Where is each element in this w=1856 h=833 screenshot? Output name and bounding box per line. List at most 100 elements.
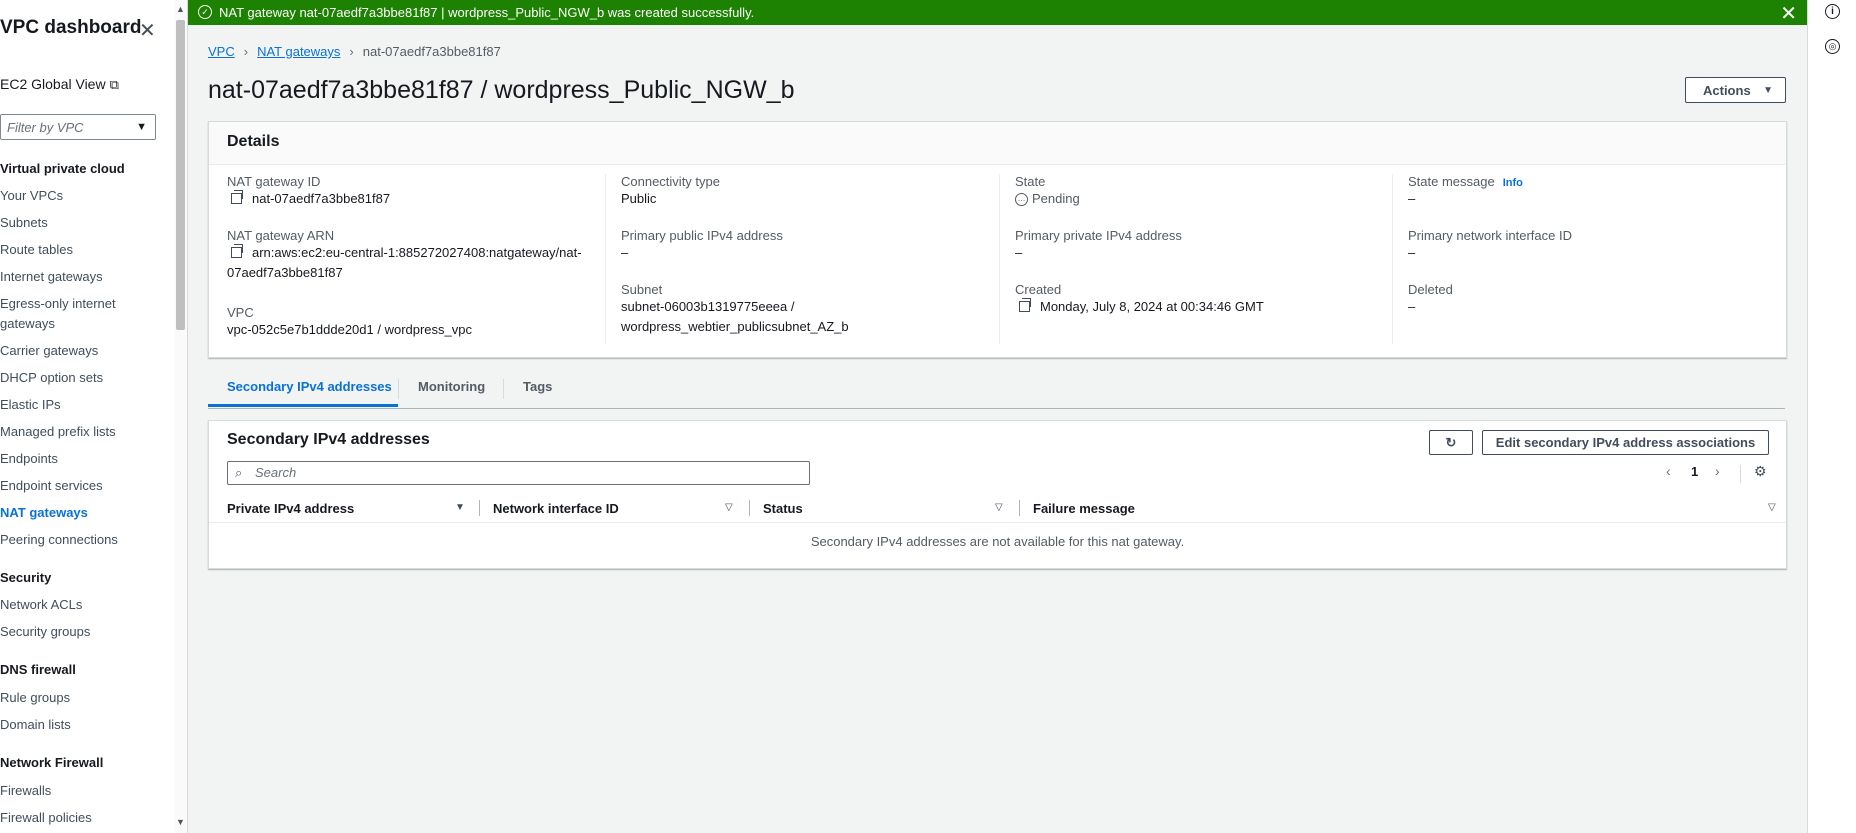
edit-secondary-ipv4-button[interactable]: Edit secondary IPv4 address associations <box>1482 430 1769 455</box>
sidebar-item-dhcp-option-sets[interactable]: DHCP option sets <box>0 368 135 388</box>
tab-divider <box>398 379 399 399</box>
sidebar-item-subnets[interactable]: Subnets <box>0 213 135 233</box>
sidebar-title[interactable]: VPC dashboard <box>0 17 141 39</box>
sidebar-item-domain-lists[interactable]: Domain lists <box>0 715 135 735</box>
state-value: … Pending <box>1015 189 1080 209</box>
details-heading: Details <box>227 133 280 150</box>
ec2-global-view-link[interactable]: EC2 Global View ⧉ <box>0 76 119 93</box>
state-message-value: – <box>1408 191 1416 206</box>
close-icon[interactable]: ✕ <box>139 18 156 43</box>
sort-icon[interactable]: ▽ <box>1768 502 1776 513</box>
page-title: nat-07aedf7a3bbe81f87 / wordpress_Public… <box>208 76 795 104</box>
tab-monitoring[interactable]: Monitoring <box>418 379 485 394</box>
sidebar-item-firewall-policies[interactable]: Firewall policies <box>0 808 135 828</box>
nat-gateway-arn-line2: 07aedf7a3bbe81f87 <box>227 265 343 280</box>
details-column-4: State message Info – Primary network inte… <box>1392 174 1773 344</box>
sort-descending-icon[interactable]: ▼ <box>455 502 465 513</box>
details-column-1: NAT gateway ID nat-07aedf7a3bbe81f87 NAT… <box>227 174 597 344</box>
help-panel-icon[interactable]: ◎ <box>1825 39 1840 54</box>
column-divider[interactable] <box>749 500 750 516</box>
vpc-link[interactable]: vpc-052c5e7b1ddde20d1 / wordpress_vpc <box>227 320 472 340</box>
search-input[interactable]: ⌕ Search <box>227 461 810 485</box>
sidebar-item-elastic-ips[interactable]: Elastic IPs <box>0 395 135 415</box>
breadcrumb-nat-gateways[interactable]: NAT gateways <box>257 44 340 59</box>
empty-state-message: Secondary IPv4 addresses are not availab… <box>810 534 1185 549</box>
nav-section-virtual-private-cloud[interactable]: Virtual private cloud <box>0 161 125 176</box>
tab-secondary-ipv4-addresses[interactable]: Secondary IPv4 addresses <box>227 379 392 394</box>
gear-icon[interactable]: ⚙ <box>1754 463 1767 480</box>
sidebar-item-managed-prefix-lists[interactable]: Managed prefix lists <box>0 422 135 442</box>
breadcrumb-vpc[interactable]: VPC <box>208 44 235 59</box>
column-divider[interactable] <box>1019 500 1020 516</box>
refresh-button[interactable]: ↻ <box>1429 430 1473 455</box>
sidebar-item-carrier-gateways[interactable]: Carrier gateways <box>0 341 135 361</box>
created: Monday, July 8, 2024 at 00:34:46 GMT <box>1040 299 1264 314</box>
scroll-down-icon[interactable]: ▼ <box>176 817 185 827</box>
sidebar-item-nat-gateways[interactable]: NAT gateways <box>0 503 135 523</box>
primary-private-ipv4-value: – <box>1015 245 1023 260</box>
breadcrumb: VPC › NAT gateways › nat-07aedf7a3bbe81f87 <box>208 44 501 59</box>
primary-private-ipv4-label: Primary private IPv4 address <box>1015 228 1182 243</box>
nat-gateway-id-value: nat-07aedf7a3bbe81f87 <box>231 189 390 209</box>
column-status[interactable]: Status <box>763 501 803 516</box>
previous-page-icon[interactable]: ‹ <box>1666 463 1671 479</box>
sidebar-item-endpoints[interactable]: Endpoints <box>0 449 135 469</box>
sort-icon[interactable]: ▽ <box>725 502 733 513</box>
copy-icon[interactable] <box>231 190 243 205</box>
sidebar-item-peering-connections[interactable]: Peering connections <box>0 530 135 550</box>
details-panel: Details NAT gateway ID nat-07aedf7a3bbe8… <box>208 121 1787 358</box>
scrollbar-thumb[interactable] <box>176 20 185 330</box>
copy-icon[interactable] <box>231 244 243 259</box>
tab-tags[interactable]: Tags <box>523 379 552 394</box>
sidebar-item-firewalls[interactable]: Firewalls <box>0 781 135 801</box>
success-flash-banner: ✓ NAT gateway nat-07aedf7a3bbe81f87 | wo… <box>188 0 1807 25</box>
nav-section-network-firewall[interactable]: Network Firewall <box>0 755 103 770</box>
sidebar-item-rule-groups[interactable]: Rule groups <box>0 688 135 708</box>
scroll-up-icon[interactable]: ▲ <box>176 4 185 14</box>
primary-public-ipv4-label: Primary public IPv4 address <box>621 228 783 243</box>
secondary-ipv4-panel: Secondary IPv4 addresses ↻ Edit secondar… <box>208 420 1787 569</box>
nav-section-security[interactable]: Security <box>0 570 51 585</box>
caret-down-icon: ▼ <box>1763 85 1773 96</box>
sidebar-item-internet-gateways[interactable]: Internet gateways <box>0 267 135 287</box>
filter-by-vpc-select[interactable]: Filter by VPC ▼ <box>0 114 156 140</box>
sidebar-item-security-groups[interactable]: Security groups <box>0 622 135 642</box>
info-link[interactable]: Info <box>1503 177 1523 189</box>
flash-message: NAT gateway nat-07aedf7a3bbe81f87 | word… <box>219 5 755 20</box>
created-value: Monday, July 8, 2024 at 00:34:46 GMT <box>1019 297 1264 317</box>
subnet-link[interactable]: subnet-06003b1319775eeea / wordpress_webt… <box>621 297 849 337</box>
copy-icon[interactable] <box>1019 298 1031 313</box>
actions-button[interactable]: Actions ▼ <box>1685 77 1786 103</box>
vpc-label: VPC <box>227 305 254 320</box>
pending-icon: … <box>1015 193 1028 207</box>
sidebar-item-network-acls[interactable]: Network ACLs <box>0 595 135 615</box>
state-message-label-row: State message Info <box>1408 174 1523 189</box>
sort-icon[interactable]: ▽ <box>995 502 1003 513</box>
next-page-icon[interactable]: › <box>1715 463 1720 479</box>
column-divider[interactable] <box>479 500 480 516</box>
dismiss-icon[interactable]: ✕ <box>1780 1 1797 26</box>
breadcrumb-current: nat-07aedf7a3bbe81f87 <box>362 44 501 59</box>
nat-gateway-arn-label: NAT gateway ARN <box>227 228 335 243</box>
ec2-global-view-label: EC2 Global View <box>0 76 106 92</box>
column-network-interface-id[interactable]: Network interface ID <box>493 501 619 516</box>
side-navigation: VPC dashboard ✕ EC2 Global View ⧉ Filter … <box>0 0 174 833</box>
subnet-label: Subnet <box>621 282 663 297</box>
active-tab-indicator <box>208 404 398 407</box>
sidebar-scrollbar[interactable]: ▲ ▼ <box>174 0 187 833</box>
subnet-line1: subnet-06003b1319775eeea / <box>621 299 795 314</box>
sidebar-item-your-vpcs[interactable]: Your VPCs <box>0 186 135 206</box>
column-private-ipv4[interactable]: Private IPv4 address <box>227 501 354 516</box>
chevron-right-icon: › <box>243 44 249 59</box>
caret-down-icon: ▼ <box>136 121 147 133</box>
page-number[interactable]: 1 <box>1691 464 1698 479</box>
sidebar-item-endpoint-services[interactable]: Endpoint services <box>0 476 135 496</box>
info-icon[interactable]: i <box>1825 4 1840 19</box>
table-header: Private IPv4 address ▼ Network interface… <box>209 494 1786 523</box>
sidebar-item-route-tables[interactable]: Route tables <box>0 240 135 260</box>
refresh-icon: ↻ <box>1445 435 1457 450</box>
column-failure-message[interactable]: Failure message <box>1033 501 1135 516</box>
sidebar-item-egress-only-internet-gateways[interactable]: Egress-only internet gateways <box>0 294 135 334</box>
tab-bar: Secondary IPv4 addresses Monitoring Tags <box>208 373 1785 409</box>
nav-section-dns-firewall[interactable]: DNS firewall <box>0 662 76 677</box>
